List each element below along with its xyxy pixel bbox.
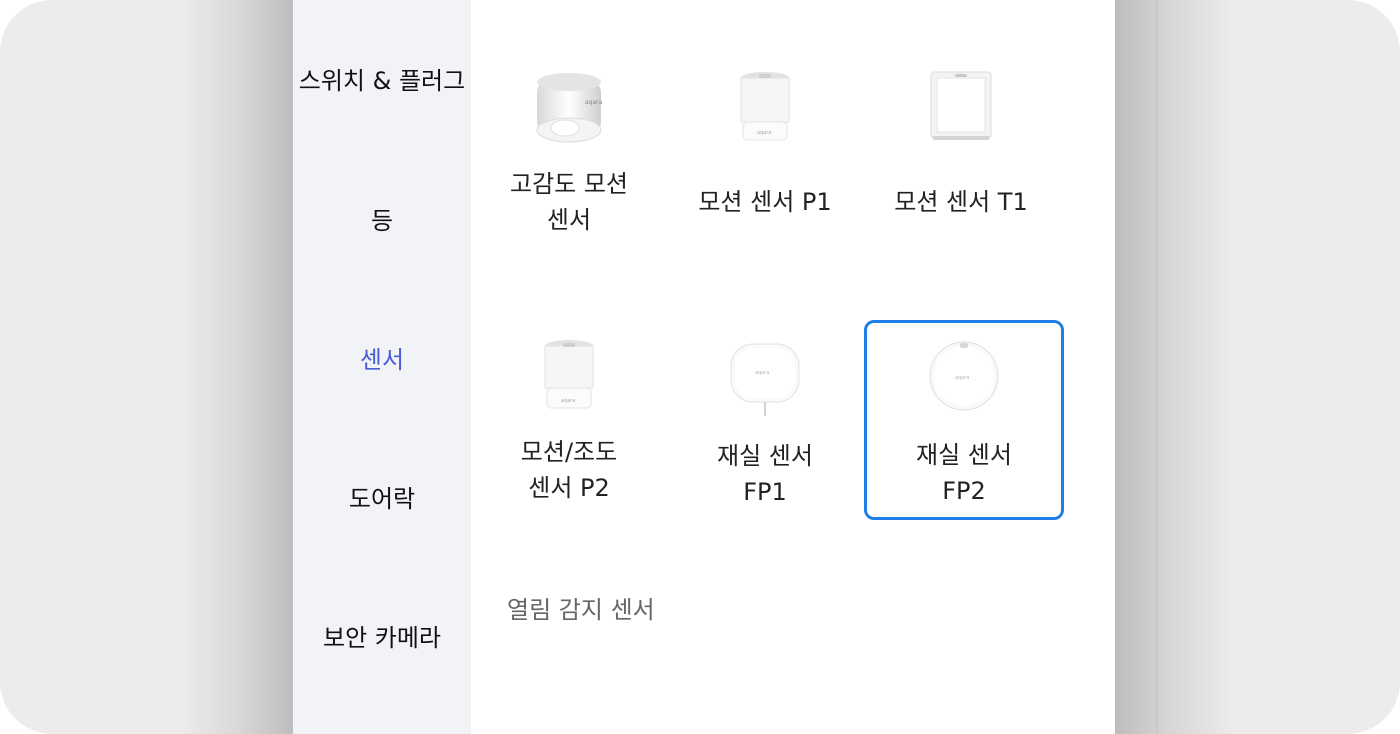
section-title-door-window-sensors: 열림 감지 센서: [507, 596, 655, 624]
svg-text:aqara: aqara: [955, 375, 969, 381]
frame-shadow-right: [1115, 0, 1235, 734]
high-precision-motion-sensor-icon: aqara: [529, 68, 609, 152]
frame-shadow-left: [180, 0, 293, 734]
product-label: 고감도 모션: [509, 170, 629, 198]
motion-sensor-p1-icon: aqara: [735, 68, 795, 152]
product-label: FP2: [942, 477, 986, 505]
product-card-motion-sensor-p1[interactable]: aqara 모션 센서 P1: [667, 60, 863, 256]
product-card-presence-sensor-fp2[interactable]: aqara 재실 센서 FP2: [864, 320, 1064, 520]
product-label: 센서 P2: [528, 474, 610, 502]
product-label: 재실 센서: [717, 442, 813, 470]
product-label: 모션 센서 T1: [894, 188, 1028, 216]
svg-text:aqara: aqara: [585, 99, 603, 106]
product-label: 센서: [546, 206, 592, 234]
motion-sensor-t1-icon: [929, 70, 993, 148]
product-grid: aqara 고감도 모션 센서 aqara 모션 센서 P1 모션 센서 T1 …: [471, 0, 1115, 734]
sidebar-item-door-locks[interactable]: 도어락: [293, 484, 471, 514]
motion-light-sensor-p2-icon: aqara: [539, 338, 599, 418]
sidebar-item-switch-plug[interactable]: 스위치 & 플러그: [293, 66, 471, 96]
product-card-motion-light-sensor-p2[interactable]: aqara 모션/조도 센서 P2: [471, 322, 667, 518]
device-frame: 스위치 & 플러그 등 센서 도어락 보안 카메라 aqara 고감도 모션 센…: [0, 0, 1400, 734]
app-screen: 스위치 & 플러그 등 센서 도어락 보안 카메라 aqara 고감도 모션 센…: [293, 0, 1115, 734]
sidebar-item-sensors[interactable]: 센서: [293, 345, 471, 375]
presence-sensor-fp2-icon: aqara: [927, 339, 1001, 417]
product-label: 재실 센서: [916, 441, 1012, 469]
svg-text:aqara: aqara: [561, 398, 575, 404]
presence-sensor-fp1-icon: aqara: [725, 342, 805, 422]
product-label: 모션 센서 P1: [698, 188, 832, 216]
svg-text:aqara: aqara: [757, 130, 771, 136]
product-label: 모션/조도: [520, 438, 618, 466]
product-card-presence-sensor-fp1[interactable]: aqara 재실 센서 FP1: [667, 322, 863, 518]
product-card-motion-sensor-t1[interactable]: 모션 센서 T1: [863, 60, 1059, 256]
svg-text:aqara: aqara: [755, 370, 769, 376]
category-sidebar: 스위치 & 플러그 등 센서 도어락 보안 카메라: [293, 0, 471, 734]
product-card-high-precision-motion-sensor[interactable]: aqara 고감도 모션 센서: [471, 60, 667, 256]
product-label: FP1: [743, 478, 787, 506]
sidebar-item-lights[interactable]: 등: [293, 206, 471, 236]
sidebar-item-security-cameras[interactable]: 보안 카메라: [293, 623, 471, 653]
